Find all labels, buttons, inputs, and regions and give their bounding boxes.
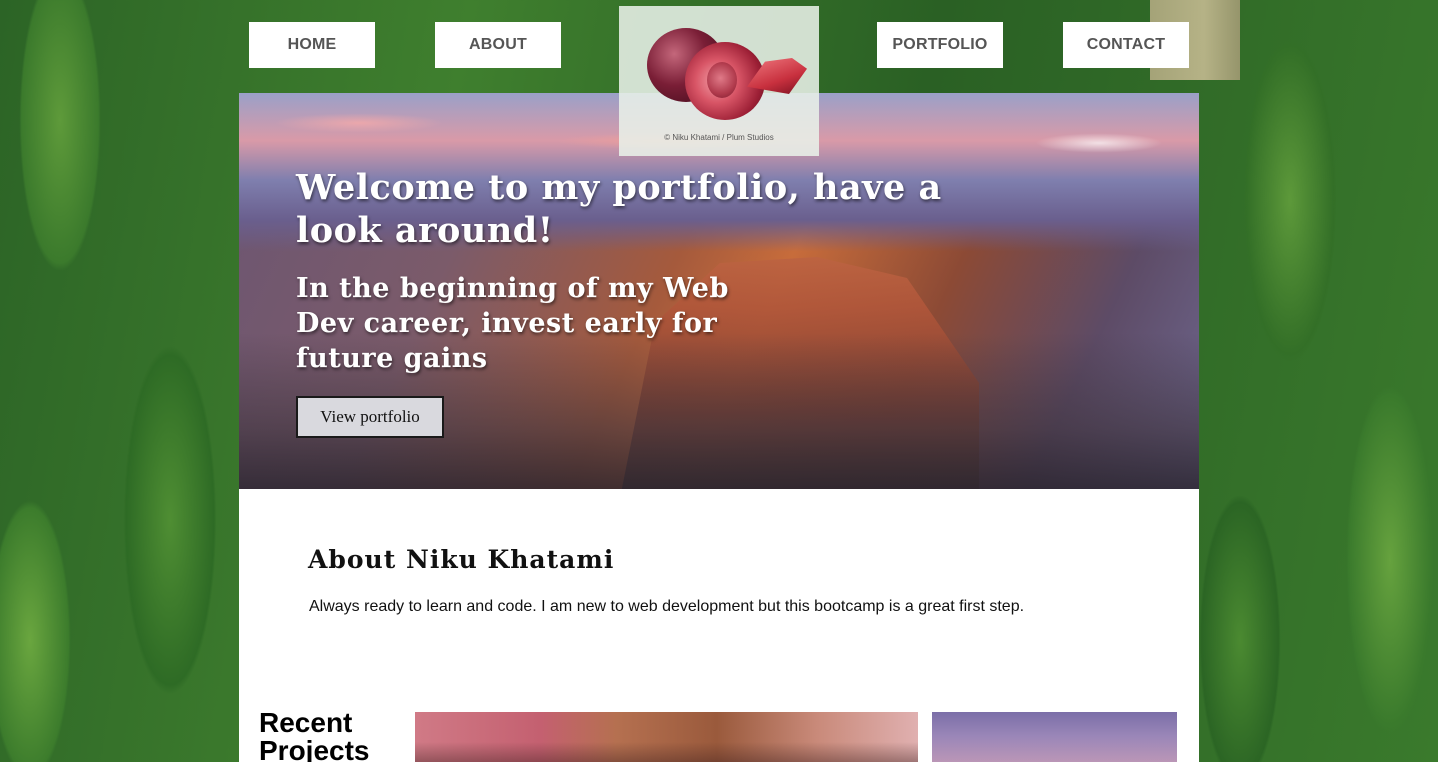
project-thumbnail[interactable] xyxy=(415,712,918,762)
recent-projects-title: Recent Projects xyxy=(259,707,370,762)
project-thumbnail[interactable] xyxy=(932,712,1177,762)
logo-caption: © Niku Khatami / Plum Studios xyxy=(664,133,774,142)
hero-title: Welcome to my portfolio, have a look aro… xyxy=(296,167,942,251)
nav-contact-link[interactable]: CONTACT xyxy=(1063,22,1189,68)
view-portfolio-button[interactable]: View portfolio xyxy=(296,396,444,438)
nav-home-link[interactable]: HOME xyxy=(249,22,375,68)
hero-subtitle: In the beginning of my Web Dev career, i… xyxy=(296,273,729,374)
about-title: About Niku Khatami xyxy=(308,545,615,574)
nav-portfolio-link[interactable]: PORTFOLIO xyxy=(877,22,1003,68)
logo[interactable]: © Niku Khatami / Plum Studios xyxy=(619,6,819,156)
main-content: About Niku Khatami Always ready to learn… xyxy=(239,489,1199,762)
about-text: Always ready to learn and code. I am new… xyxy=(309,598,1025,615)
nav-about-link[interactable]: ABOUT xyxy=(435,22,561,68)
plum-pit-icon xyxy=(707,62,737,98)
